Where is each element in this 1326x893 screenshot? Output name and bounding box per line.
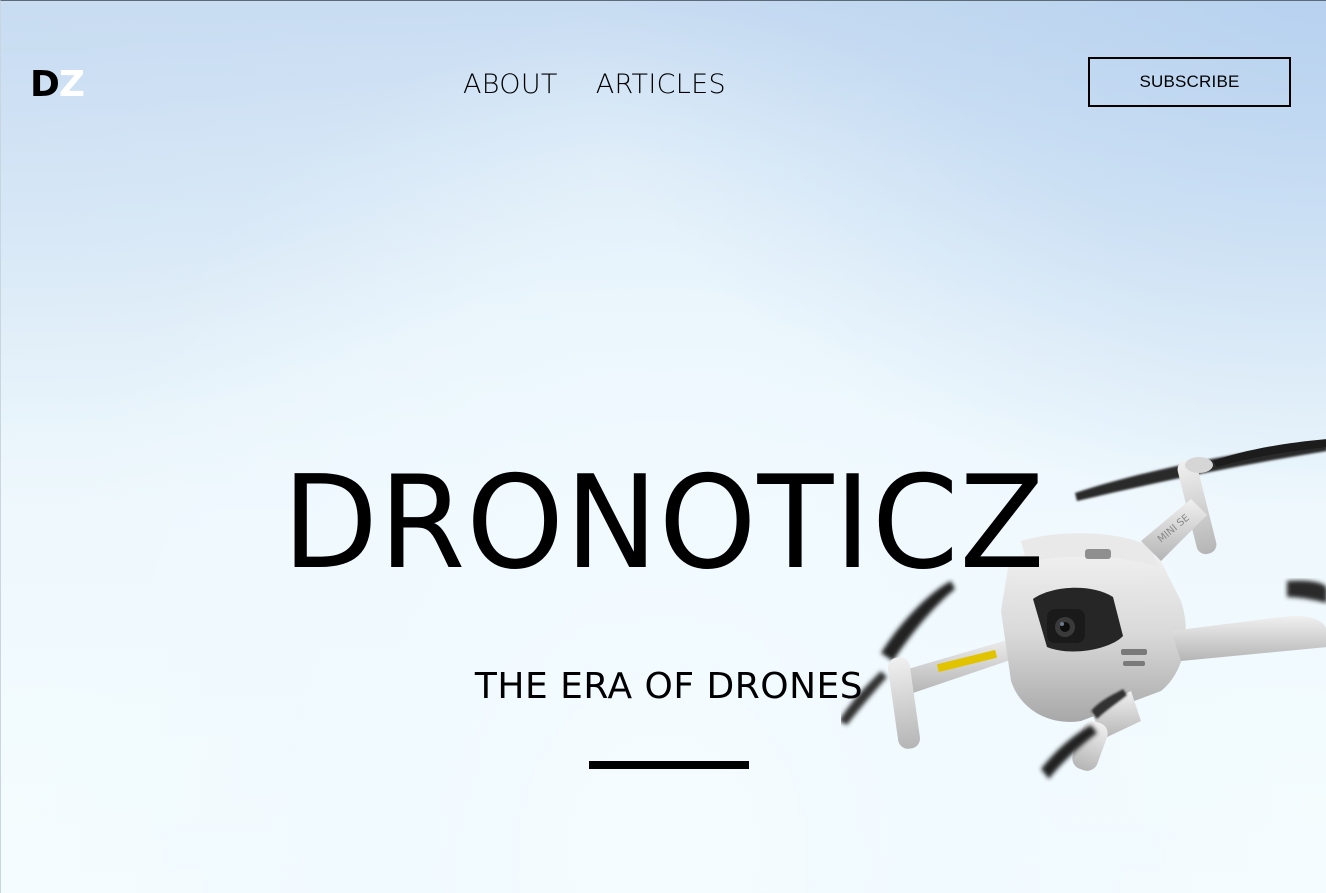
nav-link-about[interactable]: ABOUT [463, 67, 558, 103]
hero-section: DZ ABOUT ARTICLES SUBSCRIBE MINI SE DRON… [0, 0, 1326, 893]
main-nav: ABOUT ARTICLES [463, 67, 726, 103]
hero-tagline: THE ERA OF DRONES [474, 666, 864, 707]
subscribe-button[interactable]: SUBSCRIBE [1088, 57, 1291, 107]
logo-letter-d: D [30, 64, 60, 105]
nav-link-articles[interactable]: ARTICLES [596, 67, 726, 103]
logo-letter-z: Z [58, 64, 85, 105]
hero-divider [589, 761, 749, 769]
site-logo[interactable]: DZ [30, 64, 85, 105]
hero-title: DRONOTICZ [282, 449, 1046, 598]
